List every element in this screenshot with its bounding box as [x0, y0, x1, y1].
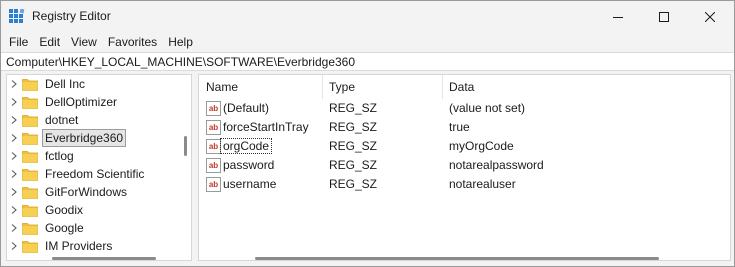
key-tree-pane[interactable]: Dell Inc DellOptimizer dotnet Everbridge360…: [6, 74, 192, 261]
tree-item[interactable]: Goodix: [7, 201, 177, 219]
menu-file[interactable]: File: [8, 35, 33, 49]
tree-item-label: IM Providers: [45, 239, 113, 253]
value-type: REG_SZ: [329, 177, 378, 191]
svg-text:ab: ab: [209, 180, 218, 189]
tree-item-label: Freedom Scientific: [45, 167, 145, 181]
folder-icon: [22, 97, 38, 109]
menu-help[interactable]: Help: [167, 35, 198, 49]
chevron-right-icon[interactable]: [10, 116, 18, 124]
tree-item-label: dotnet: [45, 113, 79, 127]
value-type: REG_SZ: [329, 158, 378, 172]
string-value-icon: ab: [206, 158, 221, 173]
value-name: password: [223, 158, 275, 172]
value-data: (value not set): [449, 101, 526, 115]
svg-text:ab: ab: [209, 104, 218, 113]
svg-text:ab: ab: [209, 161, 218, 170]
value-name: (Default): [223, 101, 270, 115]
value-row[interactable]: ab password REG_SZ notarealpassword: [199, 156, 730, 175]
svg-text:ab: ab: [209, 142, 218, 151]
folder-icon: [22, 151, 38, 163]
list-horizontal-scrollbar[interactable]: [255, 257, 659, 260]
chevron-right-icon[interactable]: [10, 170, 18, 178]
column-header-name[interactable]: Name: [206, 75, 326, 99]
tree-item[interactable]: IM Providers: [7, 237, 177, 255]
string-value-icon: ab: [206, 139, 221, 154]
menu-edit[interactable]: Edit: [38, 35, 65, 49]
chevron-right-icon[interactable]: [10, 206, 18, 214]
tree-item-label: Dell Inc: [45, 77, 86, 91]
value-data: notarealuser: [449, 177, 516, 191]
tree-item-label: Google: [45, 221, 84, 235]
menu-favorites[interactable]: Favorites: [107, 35, 162, 49]
registry-editor-icon: [9, 9, 25, 23]
minimize-button[interactable]: [595, 1, 641, 32]
menu-view[interactable]: View: [70, 35, 102, 49]
folder-icon: [22, 223, 38, 235]
value-data: notarealpassword: [449, 158, 544, 172]
menu-bar: File Edit View Favorites Help: [1, 32, 734, 52]
chevron-right-icon[interactable]: [10, 134, 18, 142]
value-name: username: [223, 177, 277, 191]
column-divider[interactable]: [322, 75, 323, 99]
tree-item-label: DellOptimizer: [45, 95, 118, 109]
tree-vertical-scrollbar[interactable]: [184, 136, 187, 156]
value-row[interactable]: ab orgCode REG_SZ myOrgCode: [199, 137, 730, 156]
svg-text:ab: ab: [209, 123, 218, 132]
close-icon: [705, 11, 715, 22]
tree-item[interactable]: dotnet: [7, 111, 177, 129]
tree-item[interactable]: Google: [7, 219, 177, 237]
folder-icon: [22, 187, 38, 199]
folder-icon: [22, 79, 38, 91]
tree-item[interactable]: GitForWindows: [7, 183, 177, 201]
string-value-icon: ab: [206, 120, 221, 135]
registry-editor-window: Registry Editor File Edit View Favorites…: [0, 0, 735, 267]
address-path: Computer\HKEY_LOCAL_MACHINE\SOFTWARE\Eve…: [6, 54, 356, 69]
folder-icon: [22, 169, 38, 181]
value-row[interactable]: ab username REG_SZ notarealuser: [199, 175, 730, 194]
folder-icon: [22, 241, 38, 253]
value-type: REG_SZ: [329, 101, 378, 115]
chevron-right-icon[interactable]: [10, 224, 18, 232]
value-name: orgCode: [219, 138, 273, 154]
tree-item-label: Everbridge360: [42, 129, 127, 147]
window-title: Registry Editor: [32, 9, 111, 23]
column-header-type[interactable]: Type: [329, 75, 439, 99]
close-button[interactable]: [687, 1, 733, 32]
value-data: true: [449, 120, 470, 134]
value-row[interactable]: ab (Default) REG_SZ (value not set): [199, 99, 730, 118]
value-row[interactable]: ab forceStartInTray REG_SZ true: [199, 118, 730, 137]
chevron-right-icon[interactable]: [10, 242, 18, 250]
folder-icon: [22, 205, 38, 217]
chevron-right-icon[interactable]: [10, 188, 18, 196]
string-value-icon: ab: [206, 177, 221, 192]
column-header-data[interactable]: Data: [449, 75, 649, 99]
value-type: REG_SZ: [329, 120, 378, 134]
column-divider[interactable]: [442, 75, 443, 99]
maximize-icon: [659, 11, 669, 22]
chevron-right-icon[interactable]: [10, 98, 18, 106]
value-name: forceStartInTray: [223, 120, 309, 134]
chevron-right-icon[interactable]: [10, 152, 18, 160]
tree-item[interactable]: fctlog: [7, 147, 177, 165]
tree-item[interactable]: Dell Inc: [7, 75, 177, 93]
folder-icon: [22, 115, 38, 127]
chevron-right-icon[interactable]: [10, 80, 18, 88]
value-data: myOrgCode: [449, 139, 514, 153]
tree-item[interactable]: Everbridge360: [7, 129, 177, 147]
maximize-button[interactable]: [641, 1, 687, 32]
tree-item-label: fctlog: [45, 149, 74, 163]
tree-item[interactable]: DellOptimizer: [7, 93, 177, 111]
values-list-pane[interactable]: Name Type Data ab (Default) REG_SZ (value n…: [198, 74, 731, 261]
tree-item-label: Goodix: [45, 203, 84, 217]
string-value-icon: ab: [206, 101, 221, 116]
tree-item-label: GitForWindows: [45, 185, 128, 199]
title-bar: Registry Editor: [1, 1, 734, 32]
folder-icon: [22, 133, 38, 145]
minimize-icon: [613, 16, 623, 18]
value-type: REG_SZ: [329, 139, 378, 153]
tree-item[interactable]: Freedom Scientific: [7, 165, 177, 183]
tree-horizontal-scrollbar[interactable]: [52, 257, 156, 260]
address-bar[interactable]: Computer\HKEY_LOCAL_MACHINE\SOFTWARE\Eve…: [1, 52, 734, 71]
